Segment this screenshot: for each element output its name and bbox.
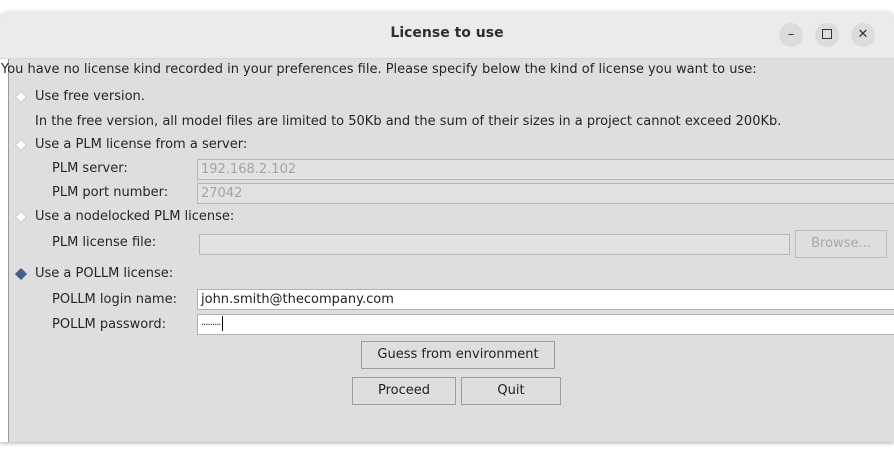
plm-server-label: PLM server: bbox=[52, 161, 128, 176]
plm-port-label: PLM port number: bbox=[52, 185, 169, 200]
free-version-note: In the free version, all model files are… bbox=[35, 114, 782, 129]
window-title: License to use bbox=[390, 25, 504, 41]
radio-free-version[interactable] bbox=[15, 91, 27, 103]
quit-button[interactable]: Quit bbox=[461, 377, 561, 405]
close-button[interactable]: ✕ bbox=[851, 23, 875, 47]
text-caret bbox=[221, 316, 223, 331]
title-bar: License to use – ✕ bbox=[0, 12, 894, 59]
plm-port-field[interactable]: 27042 bbox=[197, 183, 894, 204]
pollm-password-label: POLLM password: bbox=[52, 317, 167, 332]
radio-server-license[interactable] bbox=[15, 139, 27, 151]
plm-license-file-field[interactable] bbox=[199, 234, 790, 255]
plm-license-file-label: PLM license file: bbox=[52, 235, 157, 250]
free-version-label[interactable]: Use free version. bbox=[35, 89, 145, 104]
maximize-button[interactable] bbox=[815, 23, 839, 47]
close-icon: ✕ bbox=[857, 27, 869, 42]
browse-button[interactable]: Browse... bbox=[795, 230, 887, 258]
minimize-icon: – bbox=[787, 27, 795, 42]
license-dialog: License to use – ✕ You have no license k… bbox=[0, 12, 894, 442]
radio-pollm-license[interactable] bbox=[15, 268, 27, 280]
plm-server-field[interactable]: 192.168.2.102 bbox=[197, 159, 894, 180]
proceed-button[interactable]: Proceed bbox=[352, 377, 456, 405]
pollm-password-value: ········· bbox=[201, 320, 222, 331]
radio-nodelocked-license[interactable] bbox=[15, 211, 27, 223]
pollm-login-label: POLLM login name: bbox=[52, 292, 177, 307]
dialog-content: You have no license kind recorded in you… bbox=[1, 59, 894, 442]
intro-text: You have no license kind recorded in you… bbox=[1, 62, 757, 77]
pollm-login-field[interactable]: john.smith@thecompany.com bbox=[197, 289, 894, 310]
pollm-license-label[interactable]: Use a POLLM license: bbox=[35, 266, 173, 281]
minimize-button[interactable]: – bbox=[779, 23, 803, 47]
maximize-icon bbox=[822, 29, 832, 39]
server-license-label[interactable]: Use a PLM license from a server: bbox=[35, 137, 247, 152]
pollm-password-field[interactable]: ········· bbox=[197, 314, 894, 335]
guess-from-environment-button[interactable]: Guess from environment bbox=[361, 341, 555, 369]
nodelocked-license-label[interactable]: Use a nodelocked PLM license: bbox=[35, 209, 234, 224]
